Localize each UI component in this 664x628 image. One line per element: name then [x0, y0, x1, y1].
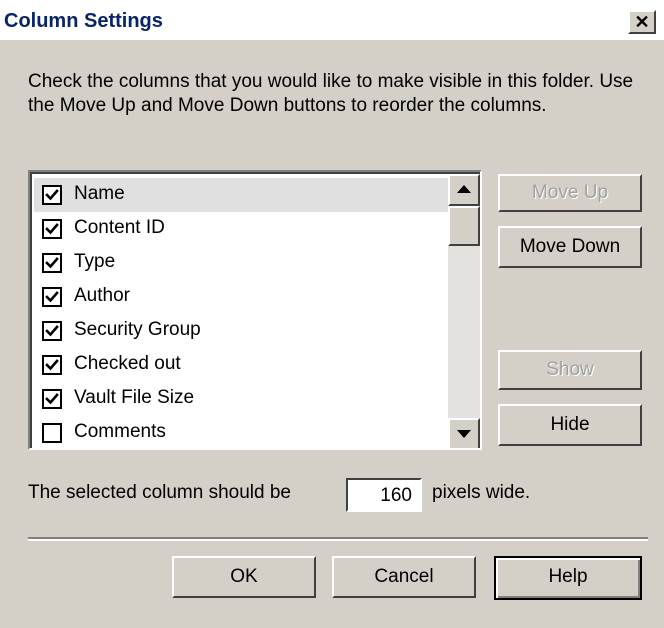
list-item-security-group[interactable]: Security Group: [42, 314, 446, 348]
list-item-label: Security Group: [74, 319, 201, 340]
help-button[interactable]: Help: [494, 556, 642, 600]
scroll-up-button[interactable]: [448, 174, 480, 206]
cancel-button[interactable]: Cancel: [332, 556, 476, 598]
column-settings-dialog: Column Settings ✕ Check the columns that…: [0, 0, 664, 628]
checkmark-icon: [45, 223, 59, 235]
list-item-label: Checked out: [74, 353, 181, 374]
move-down-button[interactable]: Move Down: [498, 226, 642, 268]
list-item-label: Content ID: [74, 217, 165, 238]
ok-button[interactable]: OK: [172, 556, 316, 598]
move-up-button[interactable]: Move Up: [498, 174, 642, 212]
list-item-author[interactable]: Author: [42, 280, 446, 314]
width-prefix-label: The selected column should be: [28, 482, 291, 503]
checkbox-vault-file-size[interactable]: [42, 389, 62, 409]
show-button[interactable]: Show: [498, 350, 642, 390]
columns-list: Name Content ID Type Author Security Gro…: [30, 172, 480, 448]
instructions-text: Check the columns that you would like to…: [28, 71, 634, 116]
column-width-input[interactable]: 160: [346, 478, 422, 512]
list-item-label: Vault File Size: [74, 387, 195, 408]
checkbox-content-id[interactable]: [42, 219, 62, 239]
arrow-up-icon: [457, 185, 471, 193]
arrow-down-icon: [457, 430, 471, 438]
checkbox-checked-out[interactable]: [42, 355, 62, 375]
list-item-name[interactable]: Name: [34, 178, 448, 212]
checkbox-type[interactable]: [42, 253, 62, 273]
list-item-checked-out[interactable]: Checked out: [42, 348, 446, 382]
title-bar: Column Settings ✕: [0, 0, 664, 40]
checkbox-comments[interactable]: [42, 423, 62, 443]
list-item-comments[interactable]: Comments: [42, 416, 446, 448]
hide-button[interactable]: Hide: [498, 404, 642, 446]
checkmark-icon: [45, 189, 59, 201]
close-button[interactable]: ✕: [628, 10, 656, 34]
dialog-title: Column Settings: [4, 10, 163, 32]
width-suffix-label: pixels wide.: [432, 482, 531, 503]
list-item-vault-file-size[interactable]: Vault File Size: [42, 382, 446, 416]
list-item-label: Type: [74, 251, 116, 272]
close-icon: ✕: [634, 12, 650, 32]
list-item-label: Author: [74, 285, 130, 306]
checkbox-author[interactable]: [42, 287, 62, 307]
list-item-content-id[interactable]: Content ID: [42, 212, 446, 246]
list-item-type[interactable]: Type: [42, 246, 446, 280]
checkmark-icon: [45, 359, 59, 371]
scroll-thumb[interactable]: [448, 206, 480, 246]
list-item-label: Comments: [74, 421, 166, 442]
list-scrollbar[interactable]: [448, 174, 480, 448]
checkmark-icon: [45, 325, 59, 337]
divider: [28, 537, 648, 541]
checkmark-icon: [45, 393, 59, 405]
scroll-down-button[interactable]: [448, 418, 480, 448]
checkbox-security-group[interactable]: [42, 321, 62, 341]
checkmark-icon: [45, 257, 59, 269]
list-item-label: Name: [74, 183, 125, 204]
checkbox-name[interactable]: [42, 185, 62, 205]
checkmark-icon: [45, 291, 59, 303]
columns-listbox[interactable]: Name Content ID Type Author Security Gro…: [28, 170, 482, 450]
